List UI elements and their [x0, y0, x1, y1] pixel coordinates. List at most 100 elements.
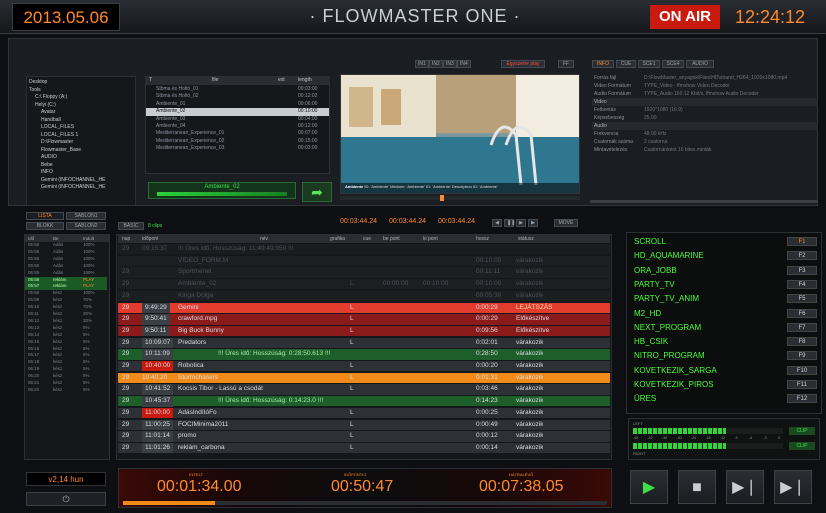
fkey-item[interactable]: KOVETKEZIK_PIROS F11: [629, 379, 819, 390]
file-row[interactable]: Mediterranean_Experience_02 00:15:00: [146, 138, 329, 145]
playlist-row[interactable]: 29 9:50:41 crawford.mpg L 0:00:29 Előkészítve: [118, 314, 610, 325]
in4-button[interactable]: IN4: [457, 60, 471, 68]
info-scrollbar[interactable]: [590, 200, 818, 203]
file-row[interactable]: Stbma és Holtó_01 00:03:00: [146, 86, 329, 93]
fkey-key[interactable]: F4: [787, 279, 817, 289]
file-row[interactable]: Ambiente_04 00:12:00: [146, 123, 329, 130]
tree-item[interactable]: D:\Flowmaster: [29, 139, 133, 147]
stop-button[interactable]: ■: [678, 470, 716, 504]
fkey-item[interactable]: SCROLL F1: [629, 236, 819, 247]
fkey-item[interactable]: M2_HD F6: [629, 308, 819, 319]
fkey-key[interactable]: F1: [787, 237, 817, 246]
in2-button[interactable]: IN2: [429, 60, 443, 68]
fkey-key[interactable]: F12: [787, 394, 817, 404]
ff-button[interactable]: FF: [558, 60, 574, 68]
tree-item[interactable]: Helyi (C:): [29, 102, 133, 110]
tree-item[interactable]: Gemini (INFOCHANNEL_HE: [29, 184, 133, 192]
playlist-row[interactable]: 29 10:11:09 !!! Üres idő: Hosszúság: 0:28:…: [118, 349, 610, 360]
fkey-item[interactable]: ÜRES F12: [629, 393, 819, 404]
basic-mode-button[interactable]: BASIC: [118, 222, 144, 230]
playlist-row[interactable]: 29 11:01:14 promo L 0:00:12 várakozik: [118, 431, 610, 442]
preview-scrub-bar[interactable]: [340, 195, 580, 201]
playlist-row[interactable]: 29 10:09:07 Predators L 0:02:01 várakozik: [118, 337, 610, 348]
file-row[interactable]: Mediterranean_Experience_03 00:03:00: [146, 145, 329, 152]
fkey-key[interactable]: F8: [787, 337, 817, 347]
tree-item[interactable]: Desktop: [29, 79, 133, 87]
fkey-key[interactable]: F2: [787, 251, 817, 261]
tree-item[interactable]: LOCAL_FILES: [29, 124, 133, 132]
fkey-key[interactable]: F11: [787, 380, 817, 389]
tc-in: 00:03:44.24: [340, 218, 377, 225]
tree-item[interactable]: Handball: [29, 117, 133, 125]
playlist-row[interactable]: 29 10:41:52 Kocsis Tibor - Lassú a csodát L…: [118, 384, 610, 395]
playlist-row[interactable]: 29 9:49:29 Gemini L 0:00:29 LEJÁTSZÁS: [118, 302, 610, 313]
file-row[interactable]: Ambiente_03 00:04:00: [146, 116, 329, 123]
fkey-item[interactable]: NITRO_PROGRAM F9: [629, 350, 819, 361]
playlist-row[interactable]: 29 11:00:00 AdásIndítóFo L 0:00:25 várakozik: [118, 407, 610, 419]
tab-sablon2[interactable]: SABLON2: [66, 222, 106, 230]
in1-button[interactable]: IN1: [415, 60, 429, 68]
folder-tree[interactable]: Desktop Tools C:\ Floppy (A:) Helyi (C:) Ava…: [26, 76, 136, 206]
file-row[interactable]: Ambiente_02 00:10:00: [146, 108, 329, 116]
tree-item[interactable]: AUDIO: [29, 154, 133, 162]
fkey-key[interactable]: F10: [787, 365, 817, 375]
fkey-item[interactable]: HB_CSIK F8: [629, 336, 819, 347]
tree-item[interactable]: Bebe: [29, 162, 133, 170]
tab-sce4[interactable]: SCE4: [662, 60, 684, 68]
playlist-row[interactable]: VIDEO_FORM.M 00:10:00 várakozik: [118, 255, 610, 267]
fkey-key[interactable]: F9: [787, 351, 817, 361]
fkey-item[interactable]: PARTY_TV F4: [629, 279, 819, 290]
tab-blokk[interactable]: BLOKK: [26, 222, 64, 230]
playlist-row[interactable]: 29 Ambiente_02 L 00:00:00 00:10:00 00:10:00 vá…: [118, 279, 610, 290]
play-button[interactable]: ▶: [630, 470, 668, 504]
file-row[interactable]: Mediterranean_Experience_01 00:07:00: [146, 130, 329, 137]
step-forward-icon[interactable]: ▶: [528, 219, 538, 227]
playlist-row[interactable]: 29 11:00:25 FOCIMinima2011 L 0:00:49 várakozi…: [118, 419, 610, 430]
playlist-row[interactable]: 29 Sportmenet 00:11:11 várakozik: [118, 267, 610, 278]
tree-item[interactable]: LOCAL_FILES 1: [29, 132, 133, 140]
file-row[interactable]: Stbma és Holtó_02 00:12:02: [146, 93, 329, 100]
tree-item[interactable]: Flowmaster_Base: [29, 147, 133, 155]
step-back-icon[interactable]: ◀: [492, 219, 502, 227]
file-row[interactable]: Ambiente_01 00:06:00: [146, 101, 329, 108]
play-icon[interactable]: ▶: [516, 219, 526, 227]
send-to-playlist-icon[interactable]: ➦: [302, 182, 332, 202]
playlist-row[interactable]: 29 10:40:20 Stormchasers L 0:01:31 várakozik: [118, 372, 610, 384]
tab-audio[interactable]: AUDIO: [686, 60, 714, 68]
fkey-key[interactable]: F7: [787, 322, 817, 332]
playlist-row[interactable]: 29 09:15:37 !!! Üres idő: Hosszúság: 11:49…: [118, 244, 610, 255]
fkey-item[interactable]: ORA_JOBB F3: [629, 265, 819, 276]
tree-item[interactable]: Avatar: [29, 109, 133, 117]
fkey-item[interactable]: KOVETKEZIK_SARGA F10: [629, 365, 819, 376]
tree-item[interactable]: INFO: [29, 169, 133, 177]
tree-item[interactable]: Gemini (INFOCHANNEL_HE: [29, 177, 133, 185]
playlist-row[interactable]: 29 11:01:26 reklám_carbona L 0:00:14 várakozi…: [118, 442, 610, 454]
playlist-row[interactable]: 29 10:45:37 !!! Üres idő: Hosszúság: 0:14:…: [118, 396, 610, 407]
fkey-key[interactable]: F5: [787, 294, 817, 304]
power-icon[interactable]: ⏻: [26, 492, 106, 506]
playlist-cell: várakozik: [516, 291, 544, 299]
tab-info[interactable]: INFO: [592, 60, 614, 68]
fkey-item[interactable]: HD_AQUAMARINE F2: [629, 250, 819, 261]
tab-cue[interactable]: CUE: [616, 60, 636, 68]
tree-item[interactable]: C:\ Floppy (A:): [29, 94, 133, 102]
tree-item[interactable]: Tools: [29, 87, 133, 95]
skip-end-button[interactable]: ▶❘: [774, 470, 812, 504]
playlist-row[interactable]: 29 Kinga Dolga 00:05:30 várakozik: [118, 290, 610, 302]
fkey-key[interactable]: F6: [787, 308, 817, 318]
tab-lista[interactable]: LISTA: [26, 212, 64, 220]
simultaneous-play-button[interactable]: Egyszerre play: [501, 60, 545, 68]
tab-sablon1[interactable]: SABLON1: [66, 212, 106, 220]
selected-clip-box[interactable]: Ambiente_02: [148, 182, 296, 199]
fkey-item[interactable]: NEXT_PROGRAM F7: [629, 322, 819, 333]
playlist-row[interactable]: 29 10:40:00 Robotica L 0:00:20 várakozik: [118, 361, 610, 372]
move-button[interactable]: MOVE: [554, 219, 578, 227]
scrub-handle[interactable]: [440, 195, 444, 201]
playlist-row[interactable]: 29 9:50:11 Big Buck Bunny L 0:09:56 Előkészít…: [118, 325, 610, 337]
fkey-item[interactable]: PARTY_TV_ANIM F5: [629, 293, 819, 304]
fkey-key[interactable]: F3: [787, 265, 817, 275]
in3-button[interactable]: IN3: [443, 60, 457, 68]
pause-icon[interactable]: ❚❚: [504, 219, 515, 227]
next-button[interactable]: ▶❘: [726, 470, 764, 504]
tab-sce1[interactable]: SCE1: [638, 60, 660, 68]
